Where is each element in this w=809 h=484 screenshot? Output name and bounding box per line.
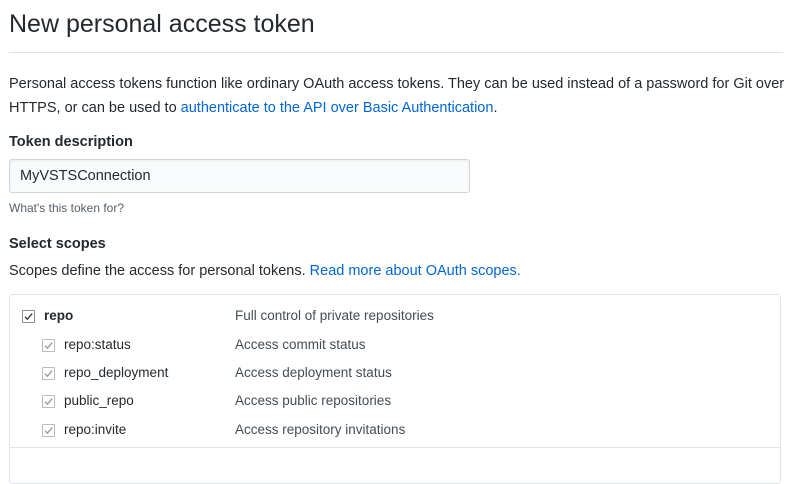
- scope-checkbox-public-repo[interactable]: [42, 395, 55, 408]
- scope-row-repo-deployment: repo_deployment Access deployment status: [10, 362, 780, 386]
- scope-name: repo:status: [64, 337, 131, 352]
- scope-description: Full control of private repositories: [235, 308, 434, 323]
- scope-name: public_repo: [64, 393, 134, 408]
- checkmark-icon: [24, 313, 33, 321]
- scope-checkbox-repo[interactable]: [22, 310, 35, 323]
- scopes-list: repo Full control of private repositorie…: [9, 294, 781, 484]
- title-divider: [9, 52, 783, 53]
- page-title: New personal access token: [9, 10, 315, 38]
- scope-checkbox-repo-invite[interactable]: [42, 424, 55, 437]
- scope-checkbox-repo-deployment[interactable]: [42, 367, 55, 380]
- select-scopes-label: Select scopes: [9, 236, 106, 252]
- scope-description: Access commit status: [235, 337, 366, 352]
- token-description-hint: What's this token for?: [9, 201, 125, 215]
- scope-group-divider: [10, 447, 780, 448]
- scope-description: Access deployment status: [235, 365, 392, 380]
- intro-paragraph: Personal access tokens function like ord…: [9, 72, 799, 120]
- intro-end: .: [493, 100, 498, 116]
- basic-auth-link[interactable]: authenticate to the API over Basic Authe…: [181, 100, 494, 116]
- scope-row-repo-invite: repo:invite Access repository invitation…: [10, 419, 780, 443]
- scope-name: repo_deployment: [64, 365, 169, 380]
- checkmark-icon: [44, 370, 53, 378]
- checkmark-icon: [44, 427, 53, 435]
- oauth-scopes-link[interactable]: Read more about OAuth scopes.: [310, 263, 521, 279]
- scopes-description: Scopes define the access for personal to…: [9, 263, 521, 279]
- token-description-input[interactable]: [9, 159, 470, 193]
- scope-name: repo:invite: [64, 422, 127, 437]
- token-description-label: Token description: [9, 134, 133, 150]
- checkmark-icon: [44, 342, 53, 350]
- scope-description: Access repository invitations: [235, 422, 406, 437]
- scope-checkbox-repo-status[interactable]: [42, 339, 55, 352]
- scope-row-public-repo: public_repo Access public repositories: [10, 390, 780, 414]
- scope-description: Access public repositories: [235, 393, 392, 408]
- scope-row-repo: repo Full control of private repositorie…: [10, 305, 780, 329]
- scope-row-repo-status: repo:status Access commit status: [10, 334, 780, 358]
- scopes-description-text: Scopes define the access for personal to…: [9, 263, 310, 279]
- scope-name: repo: [44, 308, 74, 323]
- checkmark-icon: [44, 398, 53, 406]
